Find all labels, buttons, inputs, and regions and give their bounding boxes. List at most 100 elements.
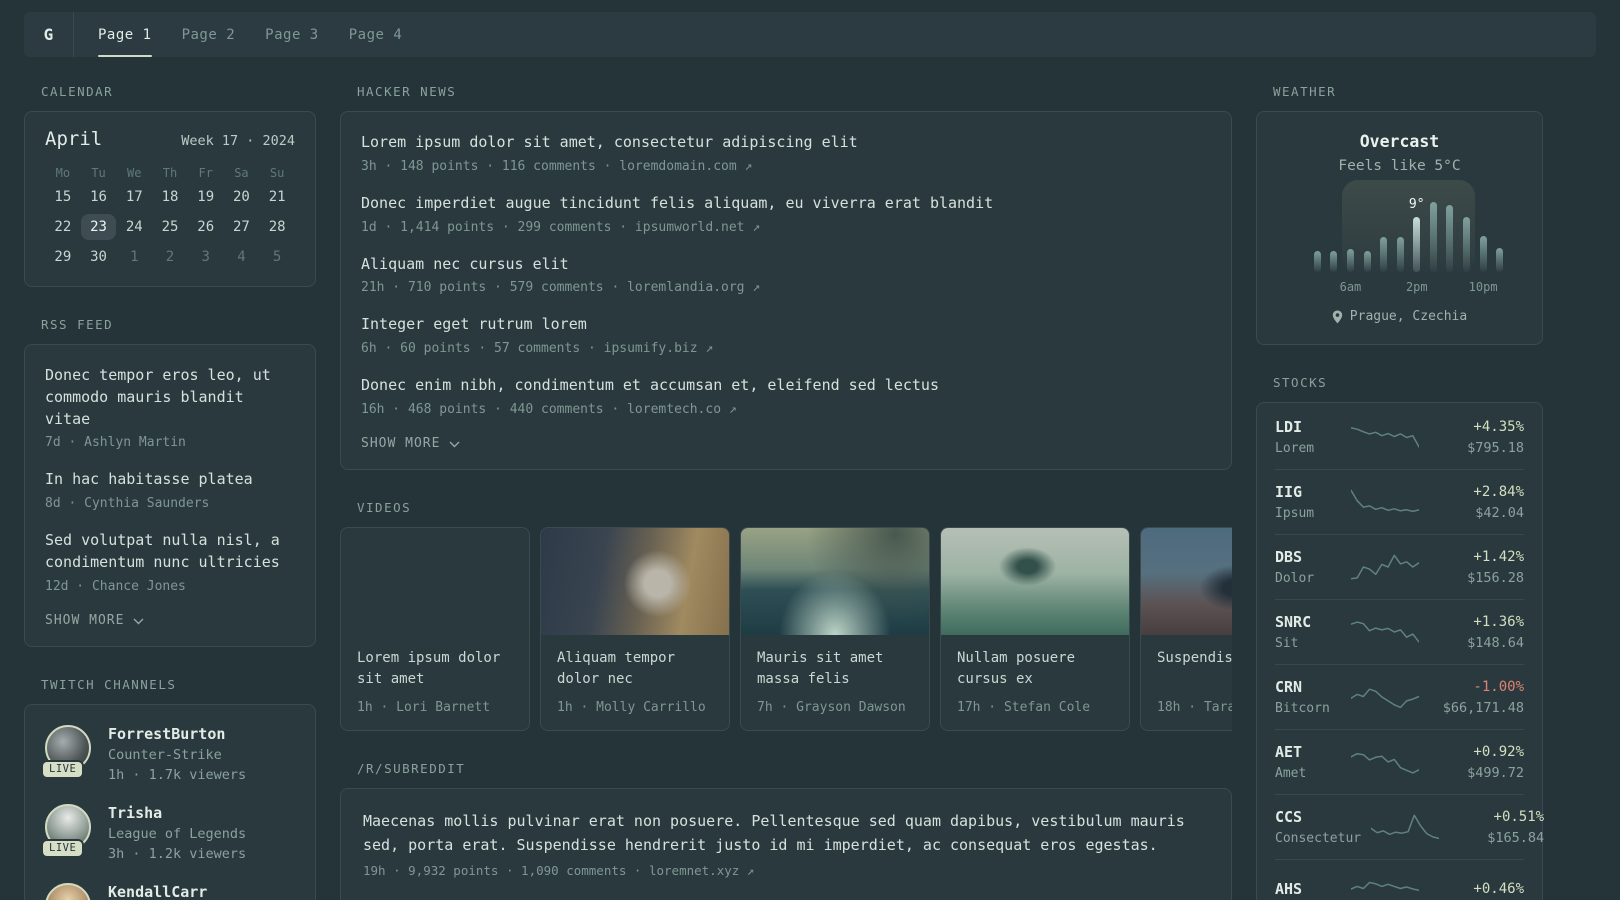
rss-item-title[interactable]: Donec tempor eros leo, ut commodo mauris… (45, 365, 295, 430)
twitch-channel-row[interactable]: LIVE ForrestBurton Counter-Strike 1h · 1.7k… (41, 724, 295, 783)
calendar-widget: April Week 17 · 2024 Mo Tu We Th Fr Sa Su 15 16… (24, 111, 316, 287)
video-meta: 1h · Molly Carrillo (557, 699, 706, 715)
stock-ticker: CCS (1275, 808, 1303, 826)
video-card[interactable]: Lorem ipsum dolor sit amet consectetu… 1h… (340, 526, 530, 731)
hacker-news-items-list: Lorem ipsum dolor sit amet, consectetur … (361, 132, 1211, 417)
video-title: Nullam posuere cursus ex (957, 649, 1076, 688)
calendar-day-header: Sa (234, 166, 249, 180)
calendar-day: 27 (232, 219, 250, 235)
twitch-channel-name[interactable]: ForrestBurton (108, 725, 246, 743)
tab-page-4[interactable]: Page 4 (349, 12, 403, 57)
rss-feed-widget: Donec tempor eros leo, ut commodo mauris… (24, 344, 316, 647)
rss-show-more-button[interactable]: SHOW MORE (45, 613, 144, 628)
stock-identity: CCS Consectetur (1275, 808, 1361, 846)
twitch-channel-row[interactable]: KendallCarr (45, 882, 295, 900)
hacker-news-item-title[interactable]: Aliquam nec cursus elit (361, 254, 1211, 276)
video-card[interactable]: Mauris sit amet massa felis 7h · Grayson … (740, 526, 930, 731)
calendar-day: 17 (125, 189, 143, 205)
rss-items-list: Donec tempor eros leo, ut commodo mauris… (45, 365, 295, 594)
stock-sparkline (1351, 881, 1419, 892)
weather-bar (1396, 237, 1404, 272)
fog-figure-thumbnail (1141, 527, 1232, 635)
page-tabs: Page 1 Page 2 Page 3 Page 4 (74, 12, 402, 57)
weather-hour-label: 6am (1339, 280, 1362, 294)
weather-hour-labels: 6am 2pm 10pm (1309, 278, 1508, 294)
hacker-news-item: Lorem ipsum dolor sit amet, consectetur … (361, 132, 1211, 174)
live-badge: LIVE (41, 759, 85, 779)
calendar-day-headers: Mo Tu We Th Fr Sa Su (45, 162, 295, 184)
twitch-channel-name[interactable]: KendallCarr (108, 883, 207, 900)
weather-bar (1380, 237, 1388, 272)
twitch-section-label: TWITCH CHANNELS (41, 676, 177, 692)
calendar-day: 15 (54, 189, 72, 205)
hacker-news-item-meta: 1d · 1,414 points · 299 comments · ipsum… (361, 219, 761, 235)
weather-bar-slot (1425, 186, 1442, 272)
stock-sparkline (1351, 554, 1419, 580)
twitch-channel-row[interactable]: LIVE Trisha League of Legends 3h · 1.2k vie… (41, 803, 295, 862)
stock-name: Ipsum (1275, 506, 1315, 521)
hacker-news-item-meta: 6h · 60 points · 57 comments · ipsumify.… (361, 341, 714, 356)
hackernews-show-more-button[interactable]: SHOW MORE (361, 436, 460, 451)
video-card[interactable]: Nullam posuere cursus ex 17h · Stefan Col… (940, 526, 1130, 731)
tab-page-3[interactable]: Page 3 (265, 12, 319, 57)
hacker-news-item: Donec imperdiet augue tincidunt felis al… (361, 193, 1211, 235)
weather-bar (1479, 236, 1487, 272)
calendar-day-header: Th (162, 166, 178, 180)
subreddit-post: Maecenas mollis pulvinar erat non posuer… (363, 809, 1209, 878)
hacker-news-item-title[interactable]: Donec imperdiet augue tincidunt felis al… (361, 193, 1211, 215)
weather-location: Prague, Czechia (1349, 309, 1468, 324)
hacker-news-item-title[interactable]: Donec enim nibh, condimentum et accumsan… (361, 375, 1211, 397)
twitch-channels-list: LIVE ForrestBurton Counter-Strike 1h · 1.7k… (41, 724, 295, 900)
calendar-day: 3 (201, 249, 210, 265)
rss-item-title[interactable]: In hac habitasse platea (45, 469, 295, 491)
video-card[interactable]: Aliquam tempor dolor nec pharetra… 1h · M… (540, 526, 730, 731)
left-column: CALENDAR April Week 17 · 2024 Mo Tu We Th Fr… (24, 70, 316, 900)
videos-section-label: VIDEOS (357, 499, 412, 515)
calendar-day-grid: 15 16 17 18 19 20 21 22 23 24 25 26 27 28 29 30 1 2 3 4 5 (45, 184, 295, 270)
hacker-news-item-title[interactable]: Integer eget rutrum lorem (361, 314, 1211, 336)
video-meta: 18h · Tara (1157, 699, 1232, 715)
dashboard-page: G Page 1 Page 2 Page 3 Page 4 CALENDAR Apri… (0, 0, 1620, 900)
stock-identity: DBS Dolor (1275, 548, 1341, 586)
hacker-news-item: Integer eget rutrum lorem 6h · 60 points … (361, 314, 1211, 356)
calendar-day: 28 (268, 219, 286, 235)
video-title: Aliquam tempor dolor nec pharetra… (557, 649, 676, 688)
calendar-day-header: Tu (91, 166, 106, 180)
stock-row: SNRC Sit +1.36% $148.64 (1275, 599, 1524, 664)
hacker-news-item-title[interactable]: Lorem ipsum dolor sit amet, consectetur … (361, 132, 1211, 154)
stock-ticker: AHS (1275, 880, 1303, 898)
stock-name: Dolor (1275, 571, 1315, 586)
weather-hourly-chart: 9° (1309, 180, 1508, 274)
calendar-day-header: Su (269, 166, 285, 180)
stock-ticker: LDI (1275, 418, 1303, 436)
stock-ticker: CRN (1275, 678, 1303, 696)
subreddit-post-title[interactable]: Maecenas mollis pulvinar erat non posuer… (363, 809, 1209, 857)
stock-ticker: IIG (1275, 483, 1303, 501)
video-card[interactable]: Suspendisse diam 18h · Tara (1140, 526, 1232, 731)
stock-change: +2.84% (1473, 483, 1524, 500)
twitch-channel-info: KendallCarr (108, 883, 207, 900)
stock-change: +1.42% (1473, 548, 1524, 565)
calendar-day-selected: 23 (80, 214, 117, 240)
stock-ticker: AET (1275, 743, 1303, 761)
twitch-channel-meta: 3h · 1.2k viewers (108, 845, 247, 862)
weather-bar-slot (1326, 186, 1343, 272)
weather-bar-slot (1342, 186, 1359, 272)
subreddit-post-meta: 19h · 9,932 points · 1,090 comments · lo… (363, 862, 755, 878)
hacker-news-widget: Lorem ipsum dolor sit amet, consectetur … (340, 111, 1232, 470)
twitch-channel-name[interactable]: Trisha (108, 804, 246, 822)
tab-page-1[interactable]: Page 1 (98, 12, 152, 57)
app-logo[interactable]: G (24, 12, 73, 57)
tab-page-2[interactable]: Page 2 (182, 12, 236, 57)
hackernews-show-more-label: SHOW MORE (361, 435, 441, 451)
stock-name: Amet (1275, 766, 1307, 781)
rss-show-more-label: SHOW MORE (45, 612, 125, 628)
calendar-day-header: Mo (55, 166, 71, 180)
videos-row: Lorem ipsum dolor sit amet consectetu… 1h… (340, 526, 1232, 731)
twitch-channel-info: ForrestBurton Counter-Strike 1h · 1.7k vie… (108, 725, 246, 783)
avatar-wrap: LIVE (41, 724, 91, 779)
rss-item-title[interactable]: Sed volutpat nulla nisl, a condimentum n… (45, 530, 295, 574)
video-meta: 7h · Grayson Dawson (757, 699, 906, 715)
concrete-towers-thumbnail (341, 528, 529, 635)
hacker-news-item-meta: 21h · 710 points · 579 comments · loreml… (361, 280, 761, 296)
